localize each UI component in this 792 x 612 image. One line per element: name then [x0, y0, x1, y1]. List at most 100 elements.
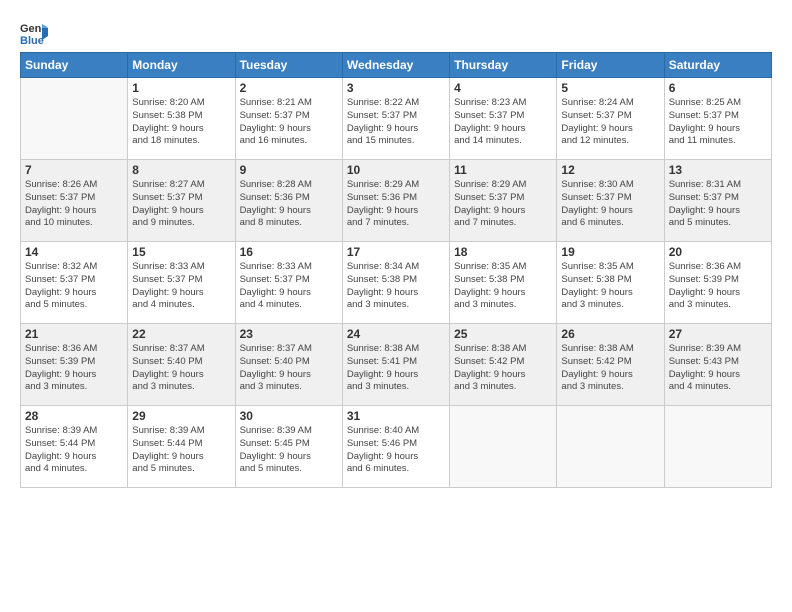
day-number: 27 [669, 327, 767, 341]
day-info: Sunrise: 8:29 AMSunset: 5:37 PMDaylight:… [454, 179, 552, 230]
calendar-cell: 13 Sunrise: 8:31 AMSunset: 5:37 PMDayligh… [664, 160, 771, 242]
day-info: Sunrise: 8:33 AMSunset: 5:37 PMDaylight:… [132, 261, 230, 312]
calendar-cell: 18 Sunrise: 8:35 AMSunset: 5:38 PMDayligh… [450, 242, 557, 324]
day-number: 11 [454, 163, 552, 177]
day-number: 28 [25, 409, 123, 423]
calendar-cell [664, 406, 771, 488]
calendar-week-row: 14 Sunrise: 8:32 AMSunset: 5:37 PMDayligh… [21, 242, 772, 324]
day-number: 22 [132, 327, 230, 341]
day-number: 9 [240, 163, 338, 177]
day-number: 25 [454, 327, 552, 341]
weekday-header-saturday: Saturday [664, 53, 771, 78]
day-info: Sunrise: 8:24 AMSunset: 5:37 PMDaylight:… [561, 97, 659, 148]
calendar-cell: 5 Sunrise: 8:24 AMSunset: 5:37 PMDaylight… [557, 78, 664, 160]
day-info: Sunrise: 8:39 AMSunset: 5:43 PMDaylight:… [669, 343, 767, 394]
calendar-cell: 20Sunrise: 8:36 AMSunset: 5:39 PMDayligh… [664, 242, 771, 324]
calendar-cell: 6 Sunrise: 8:25 AMSunset: 5:37 PMDaylight… [664, 78, 771, 160]
svg-text:Blue: Blue [20, 35, 44, 46]
calendar-cell: 17 Sunrise: 8:34 AMSunset: 5:38 PMDayligh… [342, 242, 449, 324]
calendar-cell: 31 Sunrise: 8:40 AMSunset: 5:46 PMDayligh… [342, 406, 449, 488]
weekday-header-tuesday: Tuesday [235, 53, 342, 78]
calendar-cell: 28 Sunrise: 8:39 AMSunset: 5:44 PMDayligh… [21, 406, 128, 488]
day-number: 14 [25, 245, 123, 259]
day-number: 7 [25, 163, 123, 177]
calendar-table: SundayMondayTuesdayWednesdayThursdayFrid… [20, 52, 772, 488]
day-number: 21 [25, 327, 123, 341]
day-number: 23 [240, 327, 338, 341]
logo: General Blue [20, 18, 52, 46]
day-info: Sunrise: 8:27 AMSunset: 5:37 PMDaylight:… [132, 179, 230, 230]
day-number: 4 [454, 81, 552, 95]
day-info: Sunrise: 8:30 AMSunset: 5:37 PMDaylight:… [561, 179, 659, 230]
calendar-cell: 12 Sunrise: 8:30 AMSunset: 5:37 PMDayligh… [557, 160, 664, 242]
calendar-cell: 8 Sunrise: 8:27 AMSunset: 5:37 PMDaylight… [128, 160, 235, 242]
day-info: Sunrise: 8:20 AMSunset: 5:38 PMDaylight:… [132, 97, 230, 148]
calendar-cell: 29Sunrise: 8:39 AMSunset: 5:44 PMDayligh… [128, 406, 235, 488]
calendar-cell: 22 Sunrise: 8:37 AMSunset: 5:40 PMDayligh… [128, 324, 235, 406]
day-info: Sunrise: 8:35 AMSunset: 5:38 PMDaylight:… [454, 261, 552, 312]
day-number: 12 [561, 163, 659, 177]
calendar-cell: 15 Sunrise: 8:33 AMSunset: 5:37 PMDayligh… [128, 242, 235, 324]
day-info: Sunrise: 8:31 AMSunset: 5:37 PMDaylight:… [669, 179, 767, 230]
day-number: 26 [561, 327, 659, 341]
day-info: Sunrise: 8:38 AMSunset: 5:42 PMDaylight:… [454, 343, 552, 394]
calendar-cell [450, 406, 557, 488]
day-info: Sunrise: 8:25 AMSunset: 5:37 PMDaylight:… [669, 97, 767, 148]
day-info: Sunrise: 8:36 AMSunset: 5:39 PMDaylight:… [25, 343, 123, 394]
calendar-cell: 10 Sunrise: 8:29 AMSunset: 5:36 PMDayligh… [342, 160, 449, 242]
day-info: Sunrise: 8:38 AMSunset: 5:42 PMDaylight:… [561, 343, 659, 394]
day-info: Sunrise: 8:33 AMSunset: 5:37 PMDaylight:… [240, 261, 338, 312]
logo-icon: General Blue [20, 18, 48, 46]
weekday-header-wednesday: Wednesday [342, 53, 449, 78]
calendar-cell: 27 Sunrise: 8:39 AMSunset: 5:43 PMDayligh… [664, 324, 771, 406]
day-info: Sunrise: 8:32 AMSunset: 5:37 PMDaylight:… [25, 261, 123, 312]
calendar-week-row: 7 Sunrise: 8:26 AMSunset: 5:37 PMDaylight… [21, 160, 772, 242]
day-number: 16 [240, 245, 338, 259]
day-info: Sunrise: 8:40 AMSunset: 5:46 PMDaylight:… [347, 425, 445, 476]
day-number: 15 [132, 245, 230, 259]
calendar-cell: 1Sunrise: 8:20 AMSunset: 5:38 PMDaylight… [128, 78, 235, 160]
day-number: 24 [347, 327, 445, 341]
calendar-cell [21, 78, 128, 160]
calendar-cell: 23 Sunrise: 8:37 AMSunset: 5:40 PMDayligh… [235, 324, 342, 406]
weekday-header-row: SundayMondayTuesdayWednesdayThursdayFrid… [21, 53, 772, 78]
day-info: Sunrise: 8:34 AMSunset: 5:38 PMDaylight:… [347, 261, 445, 312]
page-header: General Blue [20, 18, 772, 46]
day-info: Sunrise: 8:21 AMSunset: 5:37 PMDaylight:… [240, 97, 338, 148]
calendar-cell: 25 Sunrise: 8:38 AMSunset: 5:42 PMDayligh… [450, 324, 557, 406]
day-number: 10 [347, 163, 445, 177]
weekday-header-friday: Friday [557, 53, 664, 78]
calendar-cell: 26 Sunrise: 8:38 AMSunset: 5:42 PMDayligh… [557, 324, 664, 406]
day-info: Sunrise: 8:37 AMSunset: 5:40 PMDaylight:… [132, 343, 230, 394]
calendar-cell: 11 Sunrise: 8:29 AMSunset: 5:37 PMDayligh… [450, 160, 557, 242]
weekday-header-thursday: Thursday [450, 53, 557, 78]
weekday-header-monday: Monday [128, 53, 235, 78]
day-number: 3 [347, 81, 445, 95]
day-number: 13 [669, 163, 767, 177]
calendar-cell: 4Sunrise: 8:23 AMSunset: 5:37 PMDaylight… [450, 78, 557, 160]
day-number: 2 [240, 81, 338, 95]
calendar-cell: 30Sunrise: 8:39 AMSunset: 5:45 PMDayligh… [235, 406, 342, 488]
calendar-cell: 14 Sunrise: 8:32 AMSunset: 5:37 PMDayligh… [21, 242, 128, 324]
day-info: Sunrise: 8:39 AMSunset: 5:44 PMDaylight:… [25, 425, 123, 476]
day-number: 18 [454, 245, 552, 259]
day-info: Sunrise: 8:37 AMSunset: 5:40 PMDaylight:… [240, 343, 338, 394]
day-number: 5 [561, 81, 659, 95]
calendar-cell: 24Sunrise: 8:38 AMSunset: 5:41 PMDayligh… [342, 324, 449, 406]
calendar-week-row: 28 Sunrise: 8:39 AMSunset: 5:44 PMDayligh… [21, 406, 772, 488]
day-number: 8 [132, 163, 230, 177]
calendar-cell: 9 Sunrise: 8:28 AMSunset: 5:36 PMDaylight… [235, 160, 342, 242]
calendar-cell [557, 406, 664, 488]
day-number: 30 [240, 409, 338, 423]
day-info: Sunrise: 8:29 AMSunset: 5:36 PMDaylight:… [347, 179, 445, 230]
day-info: Sunrise: 8:28 AMSunset: 5:36 PMDaylight:… [240, 179, 338, 230]
day-number: 17 [347, 245, 445, 259]
calendar-week-row: 21 Sunrise: 8:36 AMSunset: 5:39 PMDayligh… [21, 324, 772, 406]
day-info: Sunrise: 8:26 AMSunset: 5:37 PMDaylight:… [25, 179, 123, 230]
day-number: 31 [347, 409, 445, 423]
day-number: 19 [561, 245, 659, 259]
calendar-cell: 16 Sunrise: 8:33 AMSunset: 5:37 PMDayligh… [235, 242, 342, 324]
calendar-cell: 3 Sunrise: 8:22 AMSunset: 5:37 PMDaylight… [342, 78, 449, 160]
day-info: Sunrise: 8:22 AMSunset: 5:37 PMDaylight:… [347, 97, 445, 148]
day-number: 6 [669, 81, 767, 95]
